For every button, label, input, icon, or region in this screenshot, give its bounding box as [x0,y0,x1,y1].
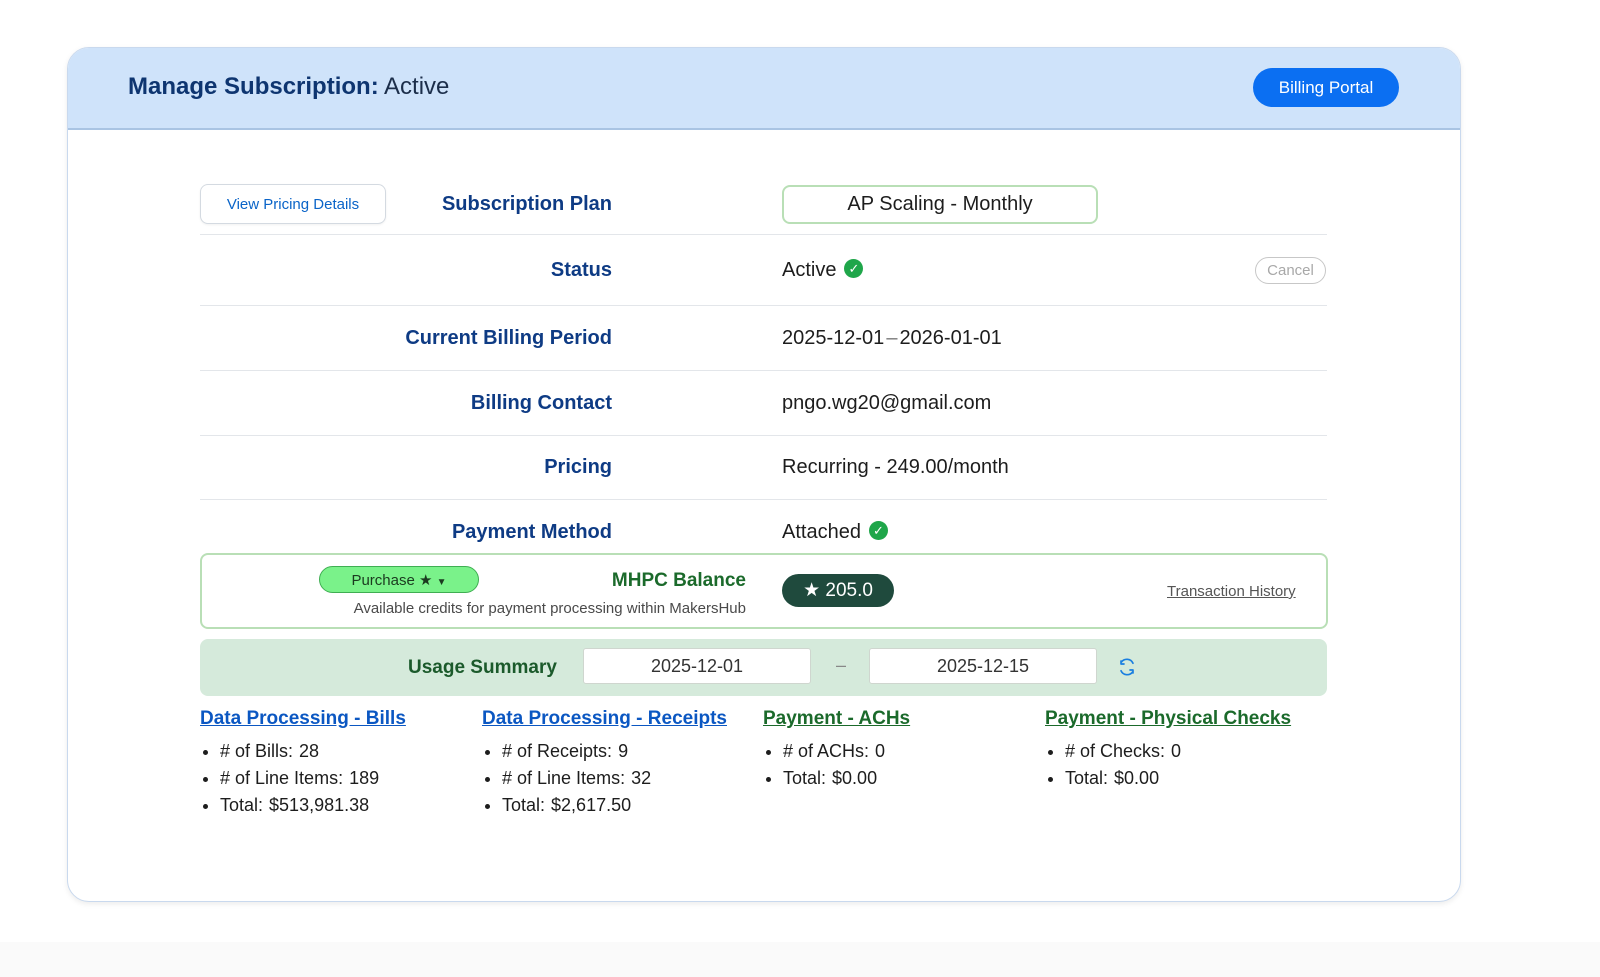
summary-checks: Payment - Physical Checks # of Checks:0 … [1045,708,1325,792]
check-circle-icon: ✓ [868,521,888,541]
payment-method-row: Payment Method Attached ✓ [200,500,1327,550]
list-item: Total:$2,617.50 [502,792,762,819]
list-item-value: 9 [618,741,629,761]
list-item-value: $0.00 [1114,768,1160,788]
summary-receipts-title[interactable]: Data Processing - Receipts [482,708,727,730]
payment-method-label: Payment Method [451,521,612,543]
card-header: Manage Subscription: Active Billing Port… [68,48,1460,130]
pricing-row: Pricing Recurring - 249.00/month [200,435,1327,500]
list-item: # of Line Items:189 [220,765,480,792]
cancel-subscription-button[interactable]: Cancel [1255,257,1326,284]
mhpc-balance-panel: Purchase ★ ▼ MHPC Balance Available cred… [200,553,1328,629]
list-item-value: $2,617.50 [551,795,632,815]
star-icon: ★ [419,571,433,589]
summary-checks-list: # of Checks:0 Total:$0.00 [1045,738,1325,792]
list-item-key: Total: [1065,768,1109,788]
list-item: # of Bills:28 [220,738,480,765]
billing-period-start: 2025-12-01 [782,327,885,349]
refresh-icon[interactable] [1118,658,1136,676]
subscription-plan-label: Subscription Plan [441,193,612,215]
pricing-label: Pricing [544,456,612,478]
summary-achs: Payment - ACHs # of ACHs:0 Total:$0.00 [763,708,1043,792]
page-title-status: Active [384,73,450,100]
transaction-history-link[interactable]: Transaction History [1167,583,1296,600]
billing-portal-button[interactable]: Billing Portal [1253,68,1399,107]
status-label: Status [550,259,612,281]
mhpc-balance-value: 205.0 [825,580,873,601]
page-title: Manage Subscription: Active [128,73,449,101]
subscription-plan-value: AP Scaling - Monthly [782,185,1098,224]
list-item: Total:$513,981.38 [220,792,480,819]
list-item-key: # of ACHs: [783,741,870,761]
usage-summary-bar: Usage Summary – [200,639,1327,696]
list-item: # of ACHs:0 [783,738,1043,765]
usage-end-date-input[interactable] [869,648,1097,684]
billing-period-label: Current Billing Period [405,327,612,349]
summary-checks-title[interactable]: Payment - Physical Checks [1045,708,1291,730]
subscription-card: Manage Subscription: Active Billing Port… [67,47,1461,902]
list-item-value: 28 [299,741,320,761]
list-item: # of Checks:0 [1065,738,1325,765]
summary-receipts: Data Processing - Receipts # of Receipts… [482,708,762,819]
status-value: Active [782,259,837,281]
usage-summary-label: Usage Summary [408,657,557,678]
list-item-key: # of Bills: [220,741,294,761]
list-item: # of Line Items:32 [502,765,762,792]
subscription-plan-row: Subscription Plan [200,176,1327,235]
usage-start-date-input[interactable] [583,648,811,684]
list-item-key: Total: [502,795,546,815]
page-bottom-band [0,942,1600,977]
summary-achs-title[interactable]: Payment - ACHs [763,708,910,730]
list-item-key: # of Line Items: [502,768,626,788]
payment-method-value: Attached [782,521,861,543]
list-item-key: # of Checks: [1065,741,1166,761]
billing-contact-label: Billing Contact [470,392,612,414]
summary-receipts-list: # of Receipts:9 # of Line Items:32 Total… [482,738,762,819]
mhpc-balance-badge: ★ 205.0 [782,574,894,607]
status-row: Status Active ✓ [200,236,1327,306]
mhpc-balance-label: MHPC Balance [611,570,746,591]
billing-contact-row: Billing Contact pngo.wg20@gmail.com [200,371,1327,436]
list-item: Total:$0.00 [783,765,1043,792]
billing-contact-value: pngo.wg20@gmail.com [782,392,992,414]
list-item: Total:$0.00 [1065,765,1325,792]
check-circle-icon: ✓ [844,259,864,279]
billing-period-row: Current Billing Period 2025-12-01–2026-0… [200,306,1327,371]
summary-bills: Data Processing - Bills # of Bills:28 # … [200,708,480,819]
caret-down-icon: ▼ [436,576,447,588]
summary-achs-list: # of ACHs:0 Total:$0.00 [763,738,1043,792]
billing-period-end: 2026-01-01 [899,327,1002,349]
list-item-value: 0 [1171,741,1182,761]
list-item-value: $513,981.38 [269,795,370,815]
list-item-key: Total: [220,795,264,815]
star-icon: ★ [803,580,821,601]
summary-bills-title[interactable]: Data Processing - Bills [200,708,406,730]
purchase-button[interactable]: Purchase ★ ▼ [319,566,479,593]
list-item: # of Receipts:9 [502,738,762,765]
list-item-key: # of Receipts: [502,741,613,761]
list-item-value: 189 [349,768,380,788]
list-item-key: Total: [783,768,827,788]
purchase-label: Purchase [351,571,415,589]
summary-bills-list: # of Bills:28 # of Line Items:189 Total:… [200,738,480,819]
usage-date-separator: – [836,655,847,675]
billing-period-value: 2025-12-01–2026-01-01 [782,327,1002,350]
list-item-value: 0 [875,741,886,761]
billing-period-separator: – [886,327,898,349]
mhpc-balance-description: Available credits for payment processing… [353,600,746,617]
list-item-value: 32 [631,768,652,788]
pricing-value: Recurring - 249.00/month [782,456,1009,478]
status-value-wrap: Active ✓ [782,259,864,282]
page-title-label: Manage Subscription: [128,73,379,100]
list-item-key: # of Line Items: [220,768,344,788]
payment-method-value-wrap: Attached ✓ [782,521,888,544]
list-item-value: $0.00 [832,768,878,788]
